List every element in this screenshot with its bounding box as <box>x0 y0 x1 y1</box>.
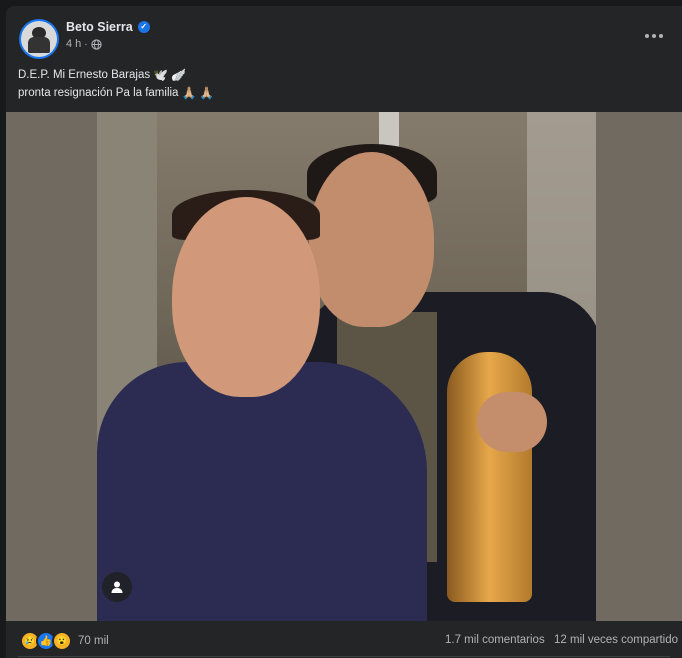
post-photo[interactable] <box>97 112 596 621</box>
wing-emoji-icon: 🪽 <box>171 68 186 82</box>
dove-emoji-icon: 🕊️ <box>153 68 169 82</box>
author-avatar[interactable] <box>19 19 59 59</box>
verified-badge-icon: ✓ <box>137 21 150 33</box>
post-footer: 😢 👍 😮 70 mil 1.7 mil comentarios 12 mil … <box>6 621 682 658</box>
post-text: D.E.P. Mi Ernesto Barajas 🕊️ 🪽 pronta re… <box>18 67 214 102</box>
wow-reaction-icon: 😮 <box>52 631 72 651</box>
author-name[interactable]: Beto Sierra <box>66 20 133 34</box>
globe-icon <box>91 38 102 50</box>
post-photo-area <box>6 112 682 621</box>
praying-hands-emoji-icon: 🙏🏼 <box>181 85 197 100</box>
post-time[interactable]: 4 h <box>66 38 81 50</box>
post-text-line: D.E.P. Mi Ernesto Barajas 🕊️ 🪽 <box>18 67 214 85</box>
post-text-line: pronta resignación Pa la familia 🙏🏼 🙏🏼 <box>18 85 214 103</box>
post-text-line-2: pronta resignación Pa la familia <box>18 86 179 99</box>
footer-divider <box>18 656 670 657</box>
reaction-count: 70 mil <box>78 635 109 647</box>
post-text-line-1: D.E.P. Mi Ernesto Barajas <box>18 69 151 81</box>
reactions-summary[interactable]: 😢 👍 😮 70 mil <box>20 631 109 651</box>
photo-tag-button[interactable] <box>102 572 132 602</box>
praying-hands-emoji-icon: 🙏🏼 <box>199 85 215 100</box>
comments-count[interactable]: 1.7 mil comentarios <box>445 634 545 646</box>
avatar-image <box>21 21 57 57</box>
post-card: Beto Sierra ✓ 4 h · D.E.P. Mi Ernesto Ba… <box>6 6 682 658</box>
shares-count[interactable]: 12 mil veces compartido <box>554 634 678 646</box>
post-header: Beto Sierra ✓ 4 h · <box>6 6 682 66</box>
post-meta: 4 h · <box>66 36 102 52</box>
meta-separator: · <box>84 38 88 50</box>
more-options-icon[interactable] <box>636 24 672 48</box>
author-row: Beto Sierra ✓ <box>66 18 150 36</box>
person-icon <box>111 581 123 593</box>
